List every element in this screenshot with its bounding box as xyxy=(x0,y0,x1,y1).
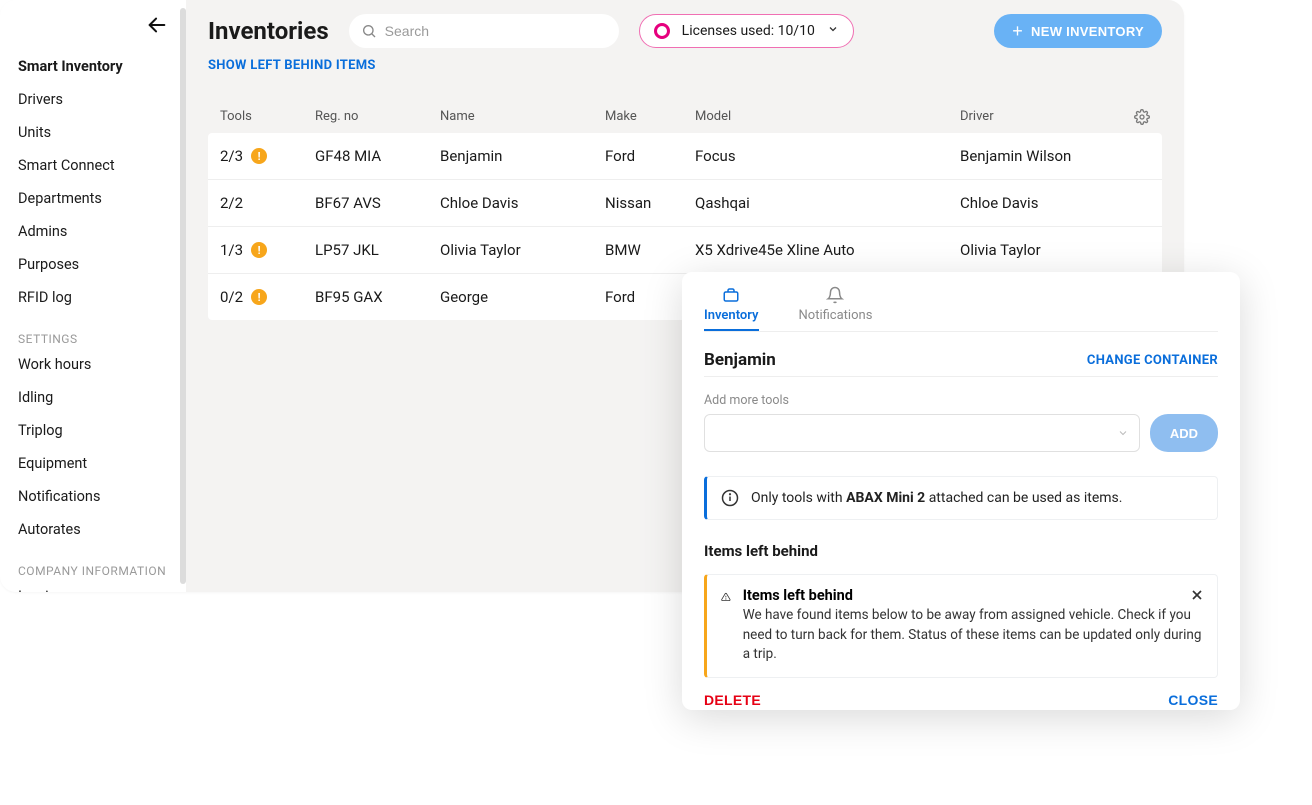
toolbox-icon xyxy=(722,286,740,304)
cell-tools: 2/3! xyxy=(220,147,315,165)
cell-name: George xyxy=(440,288,605,306)
cell-tools: 1/3! xyxy=(220,241,315,259)
add-tools-row: ADD xyxy=(704,414,1218,452)
chevron-down-icon xyxy=(1117,427,1129,439)
search-input[interactable] xyxy=(385,23,607,39)
warning-dot-icon: ! xyxy=(251,289,267,305)
sidebar: Smart Inventory Drivers Units Smart Conn… xyxy=(0,0,186,592)
sidebar-item-departments[interactable]: Departments xyxy=(18,182,186,215)
warning-body: We have found items below to be away fro… xyxy=(743,606,1203,665)
cell-driver: Chloe Davis xyxy=(960,194,1120,212)
page-title: Inventories xyxy=(208,17,329,45)
sidebar-item-autorates[interactable]: Autorates xyxy=(18,513,186,546)
warning-dot-icon: ! xyxy=(251,242,267,258)
warning-banner: Items left behind We have found items be… xyxy=(704,574,1218,678)
search-icon xyxy=(361,23,377,39)
change-container-link[interactable]: CHANGE CONTAINER xyxy=(1087,353,1218,368)
sidebar-item-units[interactable]: Units xyxy=(18,116,186,149)
sidebar-heading-company: COMPANY INFORMATION xyxy=(18,564,186,578)
delete-button[interactable]: DELETE xyxy=(704,692,761,708)
warning-dot-icon: ! xyxy=(251,148,267,164)
col-name: Name xyxy=(440,109,605,125)
sidebar-item-purposes[interactable]: Purposes xyxy=(18,248,186,281)
info-text: Only tools with ABAX Mini 2 attached can… xyxy=(751,490,1122,506)
cell-model: Focus xyxy=(695,147,960,165)
cell-model: Qashqai xyxy=(695,194,960,212)
col-regno: Reg. no xyxy=(315,109,440,125)
sidebar-item-equipment[interactable]: Equipment xyxy=(18,447,186,480)
back-arrow-icon[interactable] xyxy=(146,14,168,42)
col-driver: Driver xyxy=(960,109,1120,125)
panel-name: Benjamin xyxy=(704,350,776,370)
cell-regno: BF95 GAX xyxy=(315,288,440,306)
tab-inventory[interactable]: Inventory xyxy=(704,286,759,331)
warning-close-button[interactable] xyxy=(1189,587,1205,608)
cell-model: X5 Xdrive45e Xline Auto xyxy=(695,241,960,259)
sidebar-item-idling[interactable]: Idling xyxy=(18,381,186,414)
new-inventory-button[interactable]: + NEW INVENTORY xyxy=(994,14,1162,48)
search-field[interactable] xyxy=(349,14,619,48)
table-settings-button[interactable] xyxy=(1120,109,1150,125)
panel-footer: DELETE CLOSE xyxy=(704,678,1218,708)
sidebar-item-triplog[interactable]: Triplog xyxy=(18,414,186,447)
sidebar-scrollbar[interactable] xyxy=(180,8,186,584)
add-tools-label: Add more tools xyxy=(704,393,1218,408)
chevron-down-icon xyxy=(827,23,839,39)
new-inventory-label: NEW INVENTORY xyxy=(1031,24,1144,39)
sidebar-item-admins[interactable]: Admins xyxy=(18,215,186,248)
sidebar-item-smart-connect[interactable]: Smart Connect xyxy=(18,149,186,182)
sidebar-item-invoices[interactable]: Invoices xyxy=(18,580,186,592)
close-icon xyxy=(1189,587,1205,603)
cell-make: Nissan xyxy=(605,194,695,212)
table-header: Tools Reg. no Name Make Model Driver xyxy=(208,101,1162,133)
cell-name: Benjamin xyxy=(440,147,605,165)
sidebar-item-notifications[interactable]: Notifications xyxy=(18,480,186,513)
cell-make: BMW xyxy=(605,241,695,259)
add-button[interactable]: ADD xyxy=(1150,414,1218,452)
warning-title: Items left behind xyxy=(743,587,1203,604)
info-banner: Only tools with ABAX Mini 2 attached can… xyxy=(704,476,1218,520)
detail-panel: Inventory Notifications Benjamin CHANGE … xyxy=(682,272,1240,710)
cell-driver: Benjamin Wilson xyxy=(960,147,1120,165)
bell-icon xyxy=(826,286,844,304)
close-button[interactable]: CLOSE xyxy=(1168,692,1218,708)
licenses-label: Licenses used: 10/10 xyxy=(682,23,815,39)
cell-tools: 0/2! xyxy=(220,288,315,306)
tab-inventory-label: Inventory xyxy=(704,308,759,323)
tab-notifications-label: Notifications xyxy=(799,308,873,323)
show-left-behind-link[interactable]: SHOW LEFT BEHIND ITEMS xyxy=(208,58,1162,73)
cell-regno: LP57 JKL xyxy=(315,241,440,259)
info-icon xyxy=(721,489,739,507)
col-model: Model xyxy=(695,109,960,125)
tab-notifications[interactable]: Notifications xyxy=(799,286,873,331)
cell-driver: Olivia Taylor xyxy=(960,241,1120,259)
licenses-dropdown[interactable]: Licenses used: 10/10 xyxy=(639,14,854,48)
plus-icon: + xyxy=(1012,22,1023,40)
section-items-left-behind: Items left behind xyxy=(704,542,1218,560)
sidebar-item-smart-inventory[interactable]: Smart Inventory xyxy=(18,50,186,83)
cell-regno: GF48 MIA xyxy=(315,147,440,165)
cell-tools: 2/2 xyxy=(220,194,315,212)
tool-select[interactable] xyxy=(704,414,1140,452)
warning-icon xyxy=(721,587,731,607)
col-make: Make xyxy=(605,109,695,125)
cell-name: Chloe Davis xyxy=(440,194,605,212)
cell-regno: BF67 AVS xyxy=(315,194,440,212)
table-row[interactable]: 2/3!GF48 MIABenjaminFordFocusBenjamin Wi… xyxy=(208,133,1162,179)
panel-header: Benjamin CHANGE CONTAINER xyxy=(704,350,1218,377)
cell-name: Olivia Taylor xyxy=(440,241,605,259)
sidebar-item-rfid-log[interactable]: RFID log xyxy=(18,281,186,314)
sidebar-item-drivers[interactable]: Drivers xyxy=(18,83,186,116)
topbar: Inventories Licenses used: 10/10 + NEW I… xyxy=(208,14,1162,48)
table-row[interactable]: 2/2BF67 AVSChloe DavisNissanQashqaiChloe… xyxy=(208,179,1162,226)
license-status-icon xyxy=(654,23,670,39)
panel-tabs: Inventory Notifications xyxy=(704,286,1218,332)
sidebar-heading-settings: SETTINGS xyxy=(18,332,186,346)
gear-icon xyxy=(1134,109,1150,125)
col-tools: Tools xyxy=(220,109,315,125)
cell-make: Ford xyxy=(605,147,695,165)
table-row[interactable]: 1/3!LP57 JKLOlivia TaylorBMWX5 Xdrive45e… xyxy=(208,226,1162,273)
sidebar-item-work-hours[interactable]: Work hours xyxy=(18,348,186,381)
